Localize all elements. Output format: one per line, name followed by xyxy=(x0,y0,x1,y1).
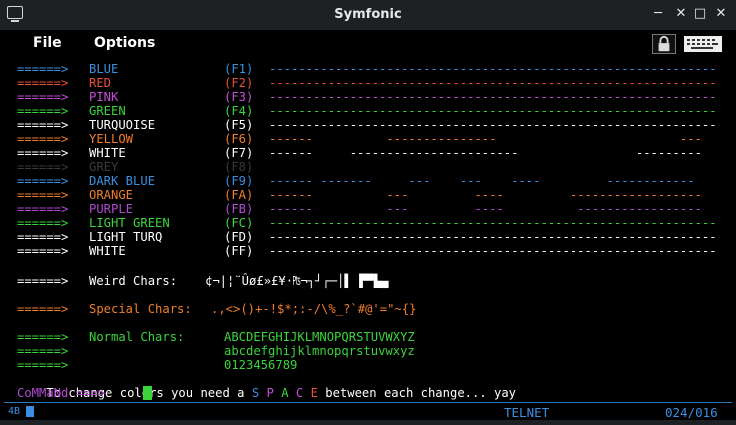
text-cursor[interactable] xyxy=(143,386,152,400)
color-row-name: LIGHT TURQ xyxy=(89,230,163,244)
weird-chars-row: ======> Weird Chars: ¢¬|¦¨Ûø£»£¥·₧¬┐┘┌─│… xyxy=(17,274,388,288)
color-row-name: PINK xyxy=(89,90,119,104)
special-chars: .,<>()+-!$*;:-/\%_?`#@'="~{} xyxy=(211,302,417,316)
keyboard-icon[interactable] xyxy=(683,34,723,54)
normal-label: Normal Chars: xyxy=(89,330,185,344)
close-button[interactable]: ✕ xyxy=(713,6,729,22)
normal-arrow-3: ======> xyxy=(17,358,69,372)
normal-chars-row-3: ======> 0123456789 xyxy=(17,358,297,372)
title-bar: Symfonic ─ ✕ □ ✕ xyxy=(0,0,736,30)
color-row-line: ------ ----------------------- --------- xyxy=(269,146,702,160)
restore-button[interactable]: ✕ xyxy=(673,6,689,22)
menu-options[interactable]: Options xyxy=(94,35,155,51)
weird-arrow: ======> xyxy=(17,274,69,288)
color-row-key: (F7) xyxy=(224,146,254,160)
special-arrow: ======> xyxy=(17,302,69,316)
color-row-arrow: ======> xyxy=(17,90,69,104)
color-row-name: GREY xyxy=(89,160,119,174)
color-row-arrow: ======> xyxy=(17,62,69,76)
color-row-name: ORANGE xyxy=(89,188,134,202)
color-row-arrow: ======> xyxy=(17,146,69,160)
maximize-button[interactable]: □ xyxy=(692,6,708,22)
normal-lower: abcdefghijklmnopqrstuvwxyz xyxy=(224,344,415,358)
info-space: S P A C E xyxy=(251,386,318,400)
color-row-name: WHITE xyxy=(89,244,126,258)
status-mode: TELNET xyxy=(504,405,550,420)
color-row-line: ----------------------------------------… xyxy=(269,230,717,244)
normal-chars-row-2: ======> abcdefghijklmnopqrstuvwxyz xyxy=(17,344,415,358)
color-row-name: YELLOW xyxy=(89,132,134,146)
color-row-key: (F3) xyxy=(224,90,254,104)
status-position: 024/016 xyxy=(665,405,718,420)
color-row-arrow: ======> xyxy=(17,104,69,118)
status-bar: 4B TELNET 024/016 xyxy=(4,402,732,421)
color-row-key: (F6) xyxy=(224,132,254,146)
color-row-arrow: ======> xyxy=(17,76,69,90)
normal-chars-row-1: ======> Normal Chars: ABCDEFGHIJKLMNOPQR… xyxy=(17,330,415,344)
color-row-key: (F9) xyxy=(224,174,254,188)
color-row-name: WHITE xyxy=(89,146,126,160)
color-row-line: ----------------------------------------… xyxy=(269,62,717,76)
color-row-key: (F8) xyxy=(224,160,254,174)
color-row-arrow: ======> xyxy=(17,174,69,188)
color-row-key: (FD) xyxy=(224,230,254,244)
terminal-screen[interactable]: ======> BLUE (F1) -------------------------… xyxy=(17,62,729,402)
status-left: 4B xyxy=(8,406,21,417)
weird-chars: ¢¬|¦¨Ûø£»£¥·₧¬┐┘┌─│▌ ▛▀▙▄ xyxy=(205,274,389,288)
color-row-name: LIGHT GREEN xyxy=(89,216,170,230)
color-row-arrow: ======> xyxy=(17,202,69,216)
color-row-arrow: ======> xyxy=(17,132,69,146)
color-row-line: ------ ------- --- --- ---- ------------ xyxy=(269,174,695,188)
color-row-line: ----------------------------------------… xyxy=(269,216,717,230)
color-row-line: ----------------------------------------… xyxy=(269,104,717,118)
normal-upper: ABCDEFGHIJKLMNOPQRSTUVWXYZ xyxy=(224,330,415,344)
info-suffix: between each change... yay xyxy=(317,386,517,400)
window-bottom-border xyxy=(0,420,736,425)
color-row-line: ------ --- ---- ------------------ xyxy=(269,188,702,202)
color-row-key: (FB) xyxy=(224,202,254,216)
color-row-name: RED xyxy=(89,76,112,90)
color-row-key: (F2) xyxy=(224,76,254,90)
normal-digits: 0123456789 xyxy=(224,358,298,372)
color-row-key: (F1) xyxy=(224,62,254,76)
status-indicator xyxy=(26,406,34,417)
special-label: Special Chars: xyxy=(89,302,192,316)
color-row-key: (FC) xyxy=(224,216,254,230)
normal-arrow-1: ======> xyxy=(17,330,69,344)
menu-bar: File Options xyxy=(0,30,736,58)
color-row-name: GREEN xyxy=(89,104,126,118)
color-row-line: ----------------------------------------… xyxy=(269,244,717,258)
color-row-key: (F4) xyxy=(224,104,254,118)
color-row-key: (FA) xyxy=(224,188,254,202)
color-row-name: BLUE xyxy=(89,62,119,76)
color-row-line: ----------------------------------------… xyxy=(269,76,717,90)
color-row-line: ------ --- ---- ----------------- xyxy=(269,202,702,216)
color-row-name: PURPLE xyxy=(89,202,134,216)
normal-arrow-2: ======> xyxy=(17,344,69,358)
color-row-line: ----------------------------------------… xyxy=(269,90,717,104)
minimize-button[interactable]: ─ xyxy=(650,6,666,22)
color-row-arrow: ======> xyxy=(17,160,69,174)
color-row-arrow: ======> xyxy=(17,188,69,202)
color-row-line: ----------------------------------------… xyxy=(269,118,717,132)
color-row-arrow: ======> xyxy=(17,216,69,230)
color-row-line: ------ --------------- --- xyxy=(269,132,702,146)
color-row-name: DARK BLUE xyxy=(89,174,156,188)
color-row-arrow: ======> xyxy=(17,118,69,132)
color-row-key: (FF) xyxy=(224,244,254,258)
color-row-arrow: ======> xyxy=(17,244,69,258)
color-row-name: TURQUOISE xyxy=(89,118,156,132)
weird-label: Weird Chars: xyxy=(89,274,178,288)
info-line: To change colors you need a S P A C E be… xyxy=(17,372,516,400)
color-row-arrow: ======> xyxy=(17,230,69,244)
color-row-key: (F5) xyxy=(224,118,254,132)
menu-file[interactable]: File xyxy=(33,35,62,51)
special-chars-row: ======> Special Chars: .,<>()+-!$*;:-/\%… xyxy=(17,302,416,316)
lock-icon[interactable] xyxy=(652,34,676,54)
command-prompt: CoMMaNd ===> xyxy=(17,386,106,400)
window-title: Symfonic xyxy=(334,7,402,22)
